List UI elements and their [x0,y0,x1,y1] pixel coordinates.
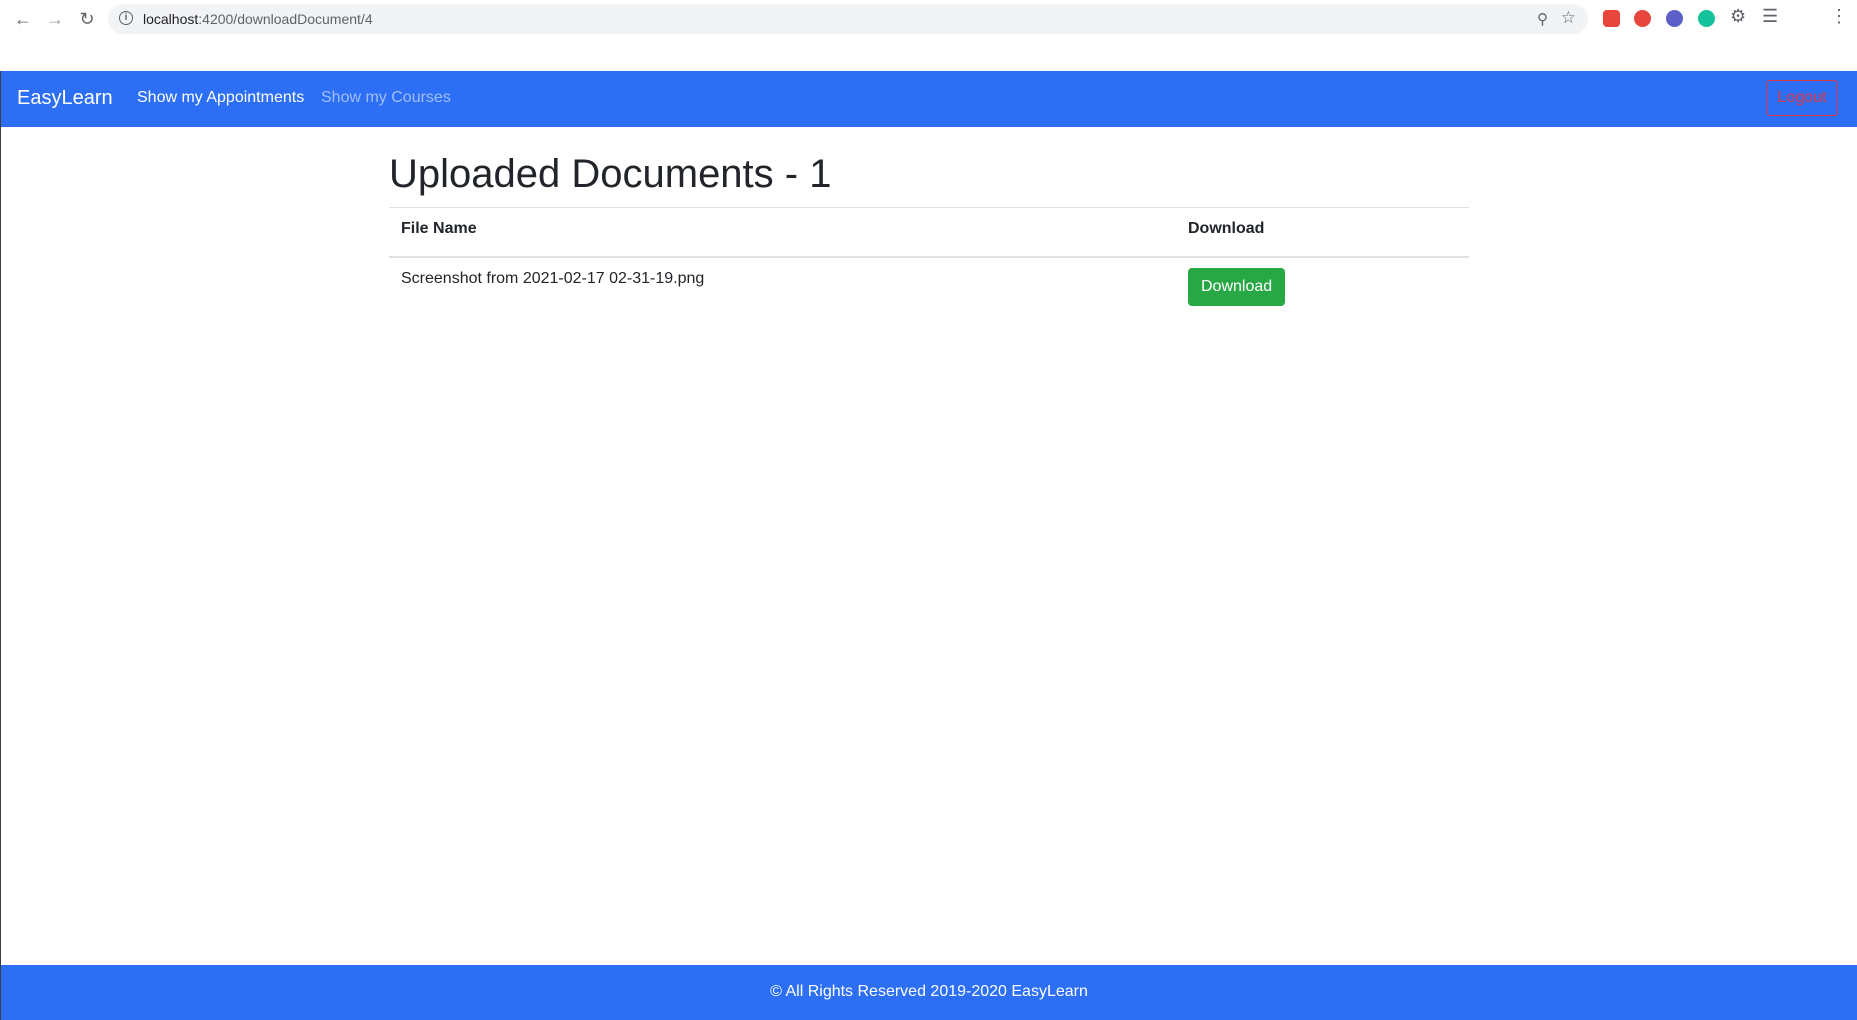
extension-adblock-icon[interactable] [1634,10,1651,27]
bookmark-star-icon[interactable]: ☆ [1561,8,1576,28]
table-row: Screenshot from 2021-02-17 02-31-19.png … [389,257,1469,322]
app-navbar: EasyLearn Show my Appointments Show my C… [1,71,1857,127]
back-arrow-icon[interactable]: ← [10,6,36,32]
forward-arrow-icon[interactable]: → [42,6,68,32]
window-edge [0,71,1,1020]
file-name-cell: Screenshot from 2021-02-17 02-31-19.png [401,270,705,287]
brand-link[interactable]: EasyLearn [17,87,113,110]
logout-button[interactable]: Logout [1766,80,1838,116]
password-key-icon[interactable]: ⚲ [1537,10,1548,28]
page-title: Uploaded Documents - 1 [389,152,832,196]
page-footer: © All Rights Reserved 2019-2020 EasyLear… [1,965,1857,1020]
copyright-text: © All Rights Reserved 2019-2020 EasyLear… [770,983,1088,1000]
table-header-row: File Name Download [389,207,1469,258]
site-info-icon[interactable]: i [119,11,133,25]
browser-menu-icon[interactable]: ⋮ [1830,6,1848,27]
url-text[interactable]: localhost:4200/downloadDocument/4 [143,11,373,27]
address-bar[interactable]: i localhost:4200/downloadDocument/4 ⚲ ☆ [108,4,1588,34]
reload-icon[interactable]: ↻ [74,6,100,32]
download-button[interactable]: Download [1188,268,1286,306]
nav-show-appointments[interactable]: Show my Appointments [137,89,304,107]
download-cell: Download [1176,257,1469,322]
media-queue-icon[interactable]: ☰ [1762,6,1778,27]
extension-video-icon[interactable] [1603,10,1620,27]
column-header-download: Download [1176,207,1469,258]
nav-show-courses[interactable]: Show my Courses [321,89,451,107]
documents-table: File Name Download Screenshot from 2021-… [389,207,1469,322]
column-header-file-name: File Name [389,207,1176,258]
extension-grammarly-icon[interactable] [1698,10,1715,27]
browser-toolbar: ← → ↻ i localhost:4200/downloadDocument/… [0,0,1857,71]
extensions-puzzle-icon[interactable]: ⚙ [1730,6,1746,27]
extension-check-icon[interactable] [1666,10,1683,27]
